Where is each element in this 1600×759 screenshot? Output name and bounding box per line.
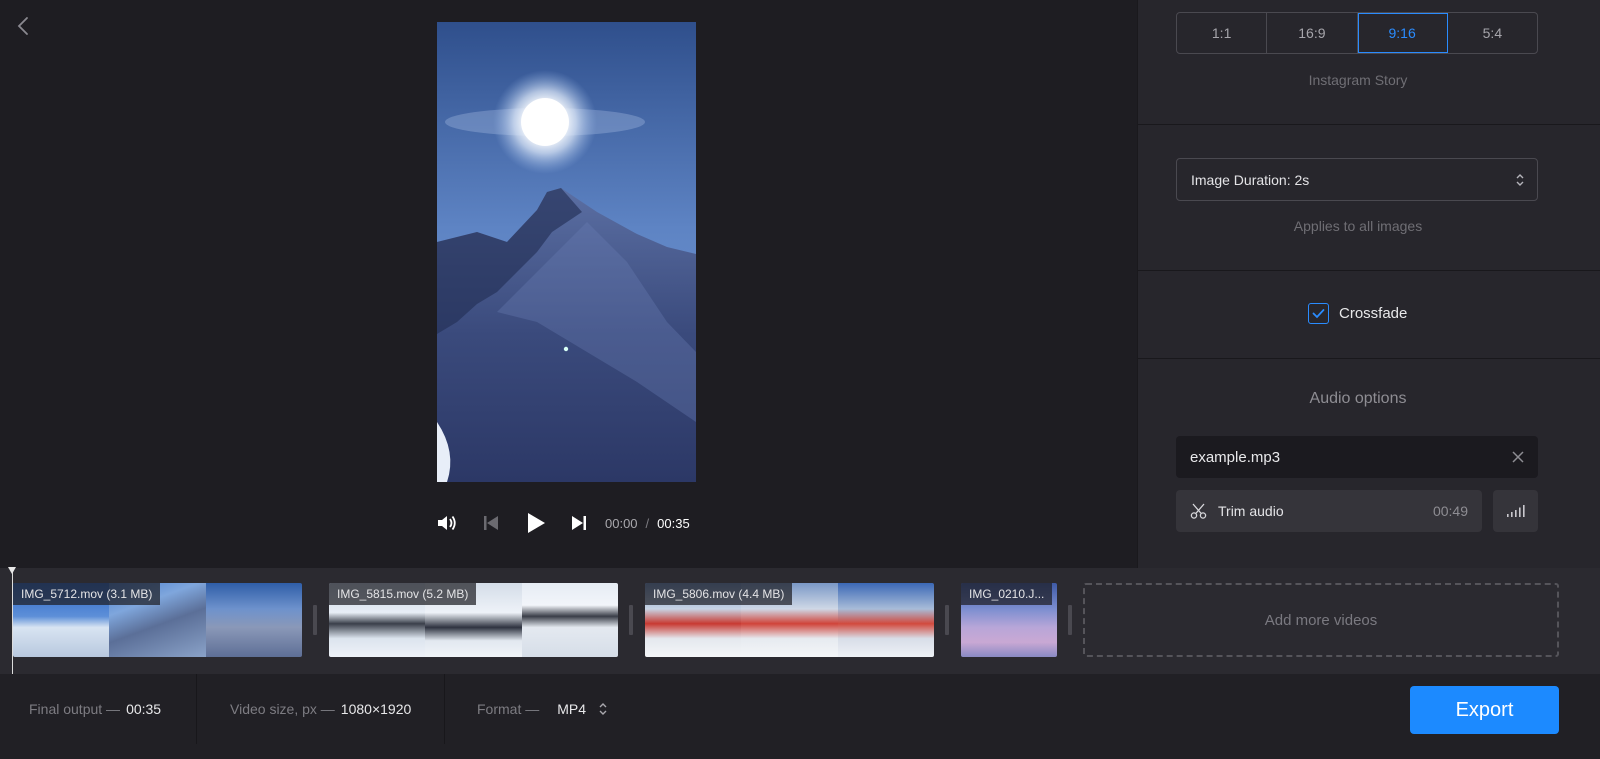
timeline-clip[interactable]: IMG_0210.J... [961, 583, 1057, 657]
clip-separator[interactable] [1068, 605, 1072, 635]
total-time: 00:35 [657, 515, 690, 531]
final-output-label: Final output — [29, 701, 121, 717]
timeline-clip[interactable]: IMG_5815.mov (5.2 MB) [329, 583, 618, 657]
clip-label: IMG_5815.mov (5.2 MB) [329, 583, 477, 605]
final-output-value: 00:35 [126, 701, 162, 717]
image-duration-caption: Applies to all images [1293, 218, 1423, 234]
video-size-value: 1080×1920 [340, 701, 412, 717]
close-icon[interactable] [1510, 449, 1526, 465]
audio-file-name: example.mp3 [1190, 448, 1281, 466]
aspect-16-9-button[interactable]: 16:9 [1267, 13, 1358, 53]
audio-volume-button[interactable] [1493, 490, 1538, 532]
trim-audio-button[interactable]: Trim audio 00:49 [1176, 490, 1482, 532]
crossfade-label: Crossfade [1339, 305, 1408, 322]
clip-separator[interactable] [945, 605, 949, 635]
aspect-9-16-button[interactable]: 9:16 [1357, 13, 1448, 53]
section-divider [1138, 358, 1600, 359]
next-button[interactable] [567, 511, 591, 535]
audio-options-title: Audio options [1309, 390, 1407, 407]
clip-label: IMG_0210.J... [961, 583, 1053, 605]
previous-button[interactable] [479, 511, 503, 535]
add-more-videos-button[interactable]: Add more videos [1083, 583, 1559, 657]
trim-audio-label: Trim audio [1218, 503, 1284, 519]
select-arrows-icon [599, 703, 607, 715]
clip-separator[interactable] [313, 605, 317, 635]
video-size-info: Video size, px — 1080×1920 [230, 674, 411, 744]
aspect-caption: Instagram Story [1308, 72, 1408, 88]
play-button[interactable] [523, 510, 549, 536]
section-divider [1138, 124, 1600, 125]
aspect-5-4-button[interactable]: 5:4 [1448, 13, 1537, 53]
skip-forward-icon [572, 516, 586, 530]
play-icon [528, 513, 545, 533]
format-select[interactable]: Format — MP4 [477, 674, 608, 744]
trim-audio-duration: 00:49 [1432, 503, 1468, 519]
video-preview [437, 22, 696, 482]
volume-button[interactable] [435, 511, 459, 535]
clip-separator[interactable] [629, 605, 633, 635]
settings-sidebar: 1:1 16:9 9:16 5:4 Instagram Story Image … [1137, 0, 1600, 568]
format-value: MP4 [557, 701, 587, 717]
aspect-1-1-button[interactable]: 1:1 [1177, 13, 1268, 53]
clip-label: IMG_5712.mov (3.1 MB) [13, 583, 161, 605]
checkmark-icon [1312, 309, 1325, 319]
image-duration-label: Image Duration: 2s [1191, 171, 1310, 188]
select-arrows-icon [1516, 174, 1524, 186]
video-frame-image [437, 22, 696, 482]
skip-back-icon [484, 516, 498, 530]
section-divider [1138, 270, 1600, 271]
image-duration-select[interactable]: Image Duration: 2s [1176, 158, 1538, 201]
crossfade-toggle[interactable]: Crossfade [1308, 303, 1407, 324]
aspect-ratio-selector: 1:1 16:9 9:16 5:4 [1176, 12, 1538, 54]
footer-divider [196, 674, 197, 744]
volume-bars-icon [1506, 505, 1525, 517]
crossfade-checkbox[interactable] [1308, 303, 1329, 324]
video-size-label: Video size, px — [230, 701, 335, 717]
export-button[interactable]: Export [1410, 686, 1559, 734]
playhead-handle[interactable] [8, 567, 16, 574]
clip-label: IMG_5806.mov (4.4 MB) [645, 583, 793, 605]
footer-divider [444, 674, 445, 744]
timeline: IMG_5712.mov (3.1 MB) IMG_5815.mov (5.2 … [0, 567, 1600, 674]
speaker-icon [438, 515, 456, 531]
chevron-left-icon [17, 17, 28, 35]
player-controls: 00:00 / 00:35 [435, 508, 715, 538]
footer-bar: Final output — 00:35 Video size, px — 10… [0, 674, 1600, 759]
preview-area: 00:00 / 00:35 [0, 0, 1137, 568]
format-label: Format — [477, 701, 540, 717]
back-button[interactable] [12, 14, 34, 38]
scissors-icon [1190, 503, 1207, 519]
timeline-clip[interactable]: IMG_5806.mov (4.4 MB) [645, 583, 934, 657]
final-output-info: Final output — 00:35 [29, 674, 161, 744]
audio-file-item: example.mp3 [1176, 436, 1538, 478]
current-time: 00:00 [605, 515, 638, 531]
timeline-clip[interactable]: IMG_5712.mov (3.1 MB) [13, 583, 302, 657]
time-separator: / [645, 515, 650, 531]
